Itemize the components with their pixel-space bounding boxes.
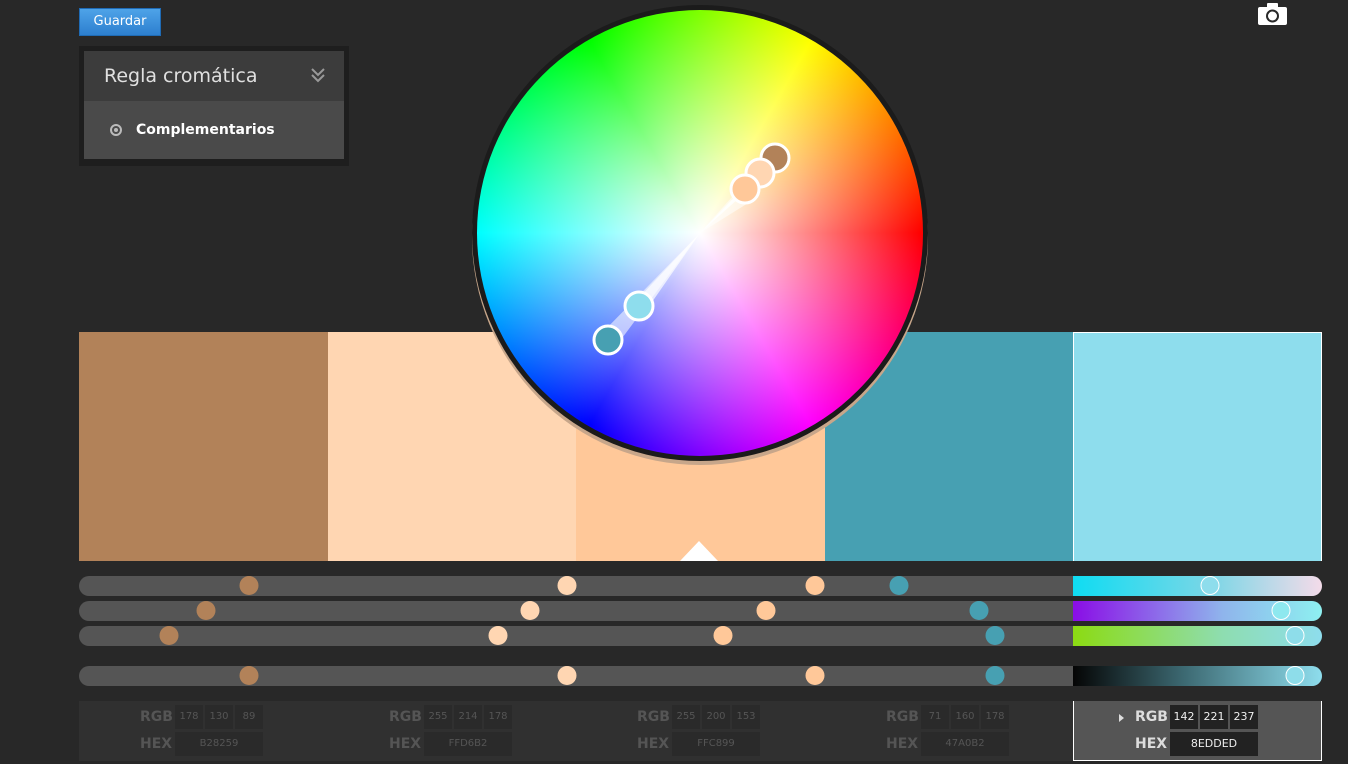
rgb-g-field[interactable]: 130 (205, 705, 233, 729)
rgb-label: RGB (389, 709, 422, 725)
hex-label: HEX (140, 736, 173, 752)
rgb-label: RGB (886, 709, 919, 725)
slider-knob[interactable] (985, 666, 1005, 685)
slider-knob[interactable] (969, 601, 989, 620)
rgb-b-field[interactable]: 153 (732, 705, 760, 729)
color-sliders (79, 576, 1322, 696)
chevron-double-down-icon (311, 68, 325, 83)
slider-knob[interactable] (196, 601, 216, 620)
hex-label: HEX (1135, 736, 1168, 752)
hex-field[interactable]: 47A0B2 (921, 732, 1009, 756)
selected-slider-knob[interactable] (1285, 626, 1305, 645)
slider-knob[interactable] (889, 576, 909, 595)
hex-label: HEX (886, 736, 919, 752)
color-values-4: RGB 71 160 178 HEX 47A0B2 (825, 701, 1074, 761)
rgb-r-field[interactable]: 255 (672, 705, 700, 729)
hex-field[interactable]: FFD6B2 (424, 732, 512, 756)
hex-field[interactable]: B28259 (175, 732, 263, 756)
rgb-b-field[interactable]: 237 (1230, 705, 1258, 729)
slider-knob[interactable] (756, 601, 776, 620)
rgb-g-field[interactable]: 200 (702, 705, 730, 729)
hex-field[interactable]: 8EDDED (1170, 732, 1258, 756)
selected-slider-knob[interactable] (1271, 601, 1291, 620)
rgb-b-field[interactable]: 178 (484, 705, 512, 729)
slider-knob[interactable] (985, 626, 1005, 645)
color-rule-title: Regla cromática (104, 65, 258, 87)
wheel-handle-5[interactable] (623, 290, 655, 322)
rgb-r-field[interactable]: 71 (921, 705, 949, 729)
save-button[interactable]: Guardar (79, 8, 161, 36)
rgb-b-field[interactable]: 178 (981, 705, 1009, 729)
caret-right-icon (1119, 714, 1124, 722)
color-values: RGB 178 130 89 HEX B28259 RGB 255 214 17… (79, 701, 1322, 761)
swatch-1[interactable] (79, 332, 328, 561)
color-rule-dropdown[interactable]: Regla cromática (84, 51, 344, 101)
color-rule-panel: Regla cromática Complementarios (79, 46, 349, 166)
rgb-r-field[interactable]: 178 (175, 705, 203, 729)
color-values-5-selected: RGB 142 221 237 HEX 8EDDED (1073, 701, 1322, 761)
rule-option-label: Complementarios (136, 122, 275, 138)
selected-slider-knob[interactable] (1285, 666, 1305, 685)
rgb-g-field[interactable]: 160 (951, 705, 979, 729)
slider-knob[interactable] (805, 576, 825, 595)
rgb-label: RGB (1135, 709, 1168, 725)
swatch-5-selected[interactable] (1073, 332, 1322, 561)
slider-knob[interactable] (520, 601, 540, 620)
slider-knob[interactable] (805, 666, 825, 685)
hex-label: HEX (389, 736, 422, 752)
radio-icon (110, 124, 122, 136)
color-values-1: RGB 178 130 89 HEX B28259 (79, 701, 328, 761)
selected-slider-knob[interactable] (1200, 576, 1220, 595)
base-color-marker-icon (680, 541, 718, 561)
rgb-g-field[interactable]: 221 (1200, 705, 1228, 729)
rgb-label: RGB (637, 709, 670, 725)
wheel-handle-3[interactable] (729, 173, 761, 205)
wheel-handle-4[interactable] (592, 324, 624, 356)
slider-knob[interactable] (239, 576, 259, 595)
color-values-2: RGB 255 214 178 HEX FFD6B2 (328, 701, 577, 761)
slider-knob[interactable] (239, 666, 259, 685)
rgb-r-field[interactable]: 142 (1170, 705, 1198, 729)
slider-knob[interactable] (557, 576, 577, 595)
slider-knob[interactable] (713, 626, 733, 645)
color-wheel[interactable] (472, 5, 928, 461)
hex-label: HEX (637, 736, 670, 752)
slider-knob[interactable] (488, 626, 508, 645)
camera-icon[interactable] (1258, 3, 1287, 25)
rgb-label: RGB (140, 709, 173, 725)
slider-knob[interactable] (159, 626, 179, 645)
color-values-3: RGB 255 200 153 HEX FFC899 (576, 701, 825, 761)
rgb-g-field[interactable]: 214 (454, 705, 482, 729)
selected-hue-slider[interactable] (1073, 576, 1322, 596)
rgb-r-field[interactable]: 255 (424, 705, 452, 729)
rule-option-complementary[interactable]: Complementarios (84, 101, 344, 159)
rgb-b-field[interactable]: 89 (235, 705, 263, 729)
hex-field[interactable]: FFC899 (672, 732, 760, 756)
slider-knob[interactable] (557, 666, 577, 685)
